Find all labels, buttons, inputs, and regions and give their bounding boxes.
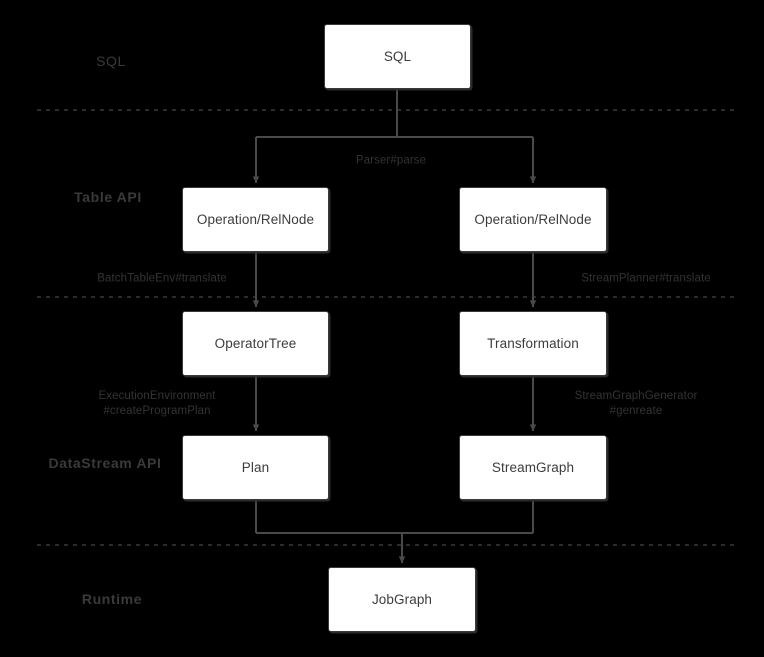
node-stream-graph: StreamGraph [459, 435, 607, 500]
node-operation-relnode-stream: Operation/RelNode [459, 187, 607, 252]
edge-label-execution-environment: ExecutionEnvironment #createProgramPlan [98, 390, 216, 417]
edge-label-batch-translate: BatchTableEnv#translate [97, 272, 227, 285]
node-job-graph: JobGraph [328, 567, 476, 632]
lane-label-datastream-api: DataStream API [48, 455, 162, 471]
edge-label-stream-translate: StreamPlanner#translate [581, 272, 711, 285]
node-operator-tree: OperatorTree [182, 311, 329, 376]
lane-label-runtime: Runtime [81, 591, 143, 607]
node-sql: SQL [324, 24, 471, 89]
edges-layer [37, 89, 738, 564]
node-plan: Plan [182, 435, 329, 500]
lane-label-sql: SQL [96, 53, 126, 69]
edge-label-parser-parse: Parser#parse [355, 154, 427, 167]
diagram-canvas: SQL Operation/RelNode Operation/RelNode Ope… [0, 0, 764, 657]
edge-label-streamgraph-generator: StreamGraphGenerator #genreate [574, 390, 698, 417]
lane-separators [37, 109, 738, 546]
lane-label-table-api: Table API [74, 189, 142, 205]
node-operation-relnode-batch: Operation/RelNode [182, 187, 329, 252]
node-transformation: Transformation [459, 311, 607, 376]
